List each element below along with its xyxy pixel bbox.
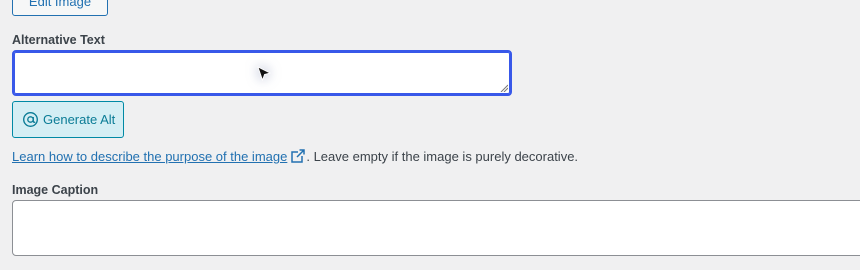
resize-grip-icon[interactable] (500, 84, 508, 92)
external-link-icon[interactable] (291, 149, 306, 163)
alt-text-help: Learn how to describe the purpose of the… (12, 149, 578, 164)
edit-image-button[interactable]: Edit Image (12, 0, 108, 16)
help-suffix: . Leave empty if the image is purely dec… (306, 149, 579, 164)
describe-purpose-link[interactable]: Learn how to describe the purpose of the… (12, 149, 287, 164)
image-caption-label: Image Caption (12, 183, 99, 197)
alternative-text-label: Alternative Text (12, 33, 105, 47)
generate-alt-button[interactable]: Generate Alt (12, 101, 124, 138)
at-sign-icon (23, 112, 38, 127)
media-details-panel: Edit Image Alternative Text Generate Alt… (0, 0, 860, 270)
image-caption-field[interactable] (12, 200, 860, 256)
mouse-cursor-icon (257, 66, 272, 82)
generate-alt-label: Generate Alt (43, 112, 116, 127)
